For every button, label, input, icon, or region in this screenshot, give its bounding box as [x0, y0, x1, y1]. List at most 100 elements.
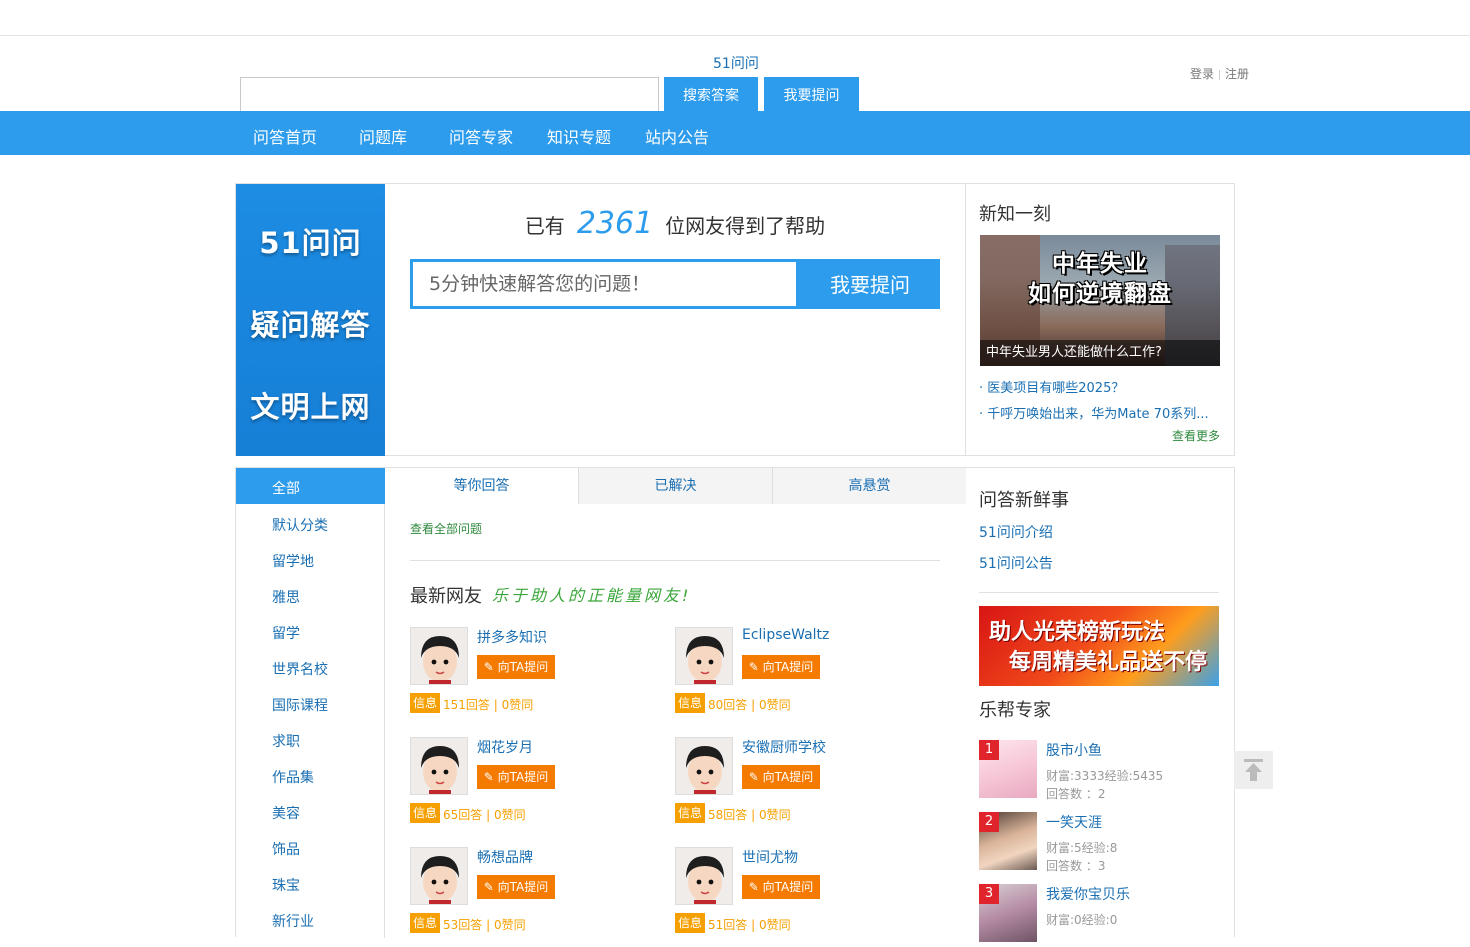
category-item[interactable]: 新行业 [272, 911, 314, 931]
friend-stats: 58回答 | 0赞同 [708, 808, 791, 822]
nav-item-library[interactable]: 问题库 [359, 124, 407, 148]
category-item-all[interactable]: 全部 [236, 468, 398, 504]
avatar[interactable] [675, 847, 733, 905]
avatar[interactable] [675, 737, 733, 795]
expert-wealth: 财富:3333经验:5435 [1046, 769, 1164, 783]
promo-line-1: 助人光荣榜新玩法 [989, 620, 1166, 645]
category-item[interactable]: 珠宝 [272, 875, 300, 895]
login-link[interactable]: 登录 [1190, 67, 1214, 81]
category-item[interactable]: 饰品 [272, 839, 300, 859]
expert-wealth: 财富:0经验:0 [1046, 913, 1118, 927]
expert-name[interactable]: 一笑天涯 [1046, 812, 1102, 832]
category-item[interactable]: 美容 [272, 803, 300, 823]
friend-name[interactable]: 世间尤物 [742, 847, 798, 867]
news-link-1[interactable]: · 医美项目有哪些2025？ [979, 377, 1221, 396]
ask-ta-button[interactable]: ✎ 向TA提问 [477, 655, 555, 679]
friend-name[interactable]: EclipseWaltz [742, 627, 829, 643]
back-to-top-button[interactable] [1234, 751, 1273, 789]
category-item[interactable]: 国际课程 [272, 695, 328, 715]
friend-card: 畅想品牌 ✎ 向TA提问 信息 53回答 | 0赞同 [410, 847, 650, 947]
helped-prefix: 已有 [524, 214, 565, 238]
tab-waiting[interactable]: 等你回答 [385, 468, 578, 505]
avatar[interactable] [410, 847, 468, 905]
arrow-up-icon [1244, 759, 1263, 781]
ask-ta-button[interactable]: ✎ 向TA提问 [742, 655, 820, 679]
friend-name[interactable]: 安徽厨师学校 [742, 737, 826, 757]
category-item[interactable]: 雅思 [272, 587, 300, 607]
category-item[interactable]: 默认分类 [272, 515, 328, 535]
nav-item-home[interactable]: 问答首页 [253, 124, 317, 148]
news-panel: 新知一刻 中年失业 如何逆境翻盘 中年失业男人还能做什么工作? · 医美项目有哪些… [966, 184, 1235, 456]
ask-ta-button[interactable]: ✎ 向TA提问 [742, 765, 820, 789]
category-item[interactable]: 作品集 [272, 767, 314, 787]
fresh-link-announcement[interactable]: 51问问公告 [979, 553, 1053, 573]
hero-ask-button[interactable]: 我要提问 [802, 261, 938, 307]
rank-badge: 2 [979, 812, 999, 832]
info-badge: 信息 [410, 913, 441, 933]
expert-name[interactable]: 股市小鱼 [1046, 740, 1102, 760]
question-tabs: 等你回答 已解决 高悬赏 [385, 468, 966, 505]
ask-ta-button[interactable]: ✎ 向TA提问 [477, 875, 555, 899]
ask-ta-button[interactable]: ✎ 向TA提问 [477, 765, 555, 789]
promo-banner[interactable]: 助人光荣榜新玩法 每周精美礼品送不停 [979, 606, 1219, 686]
friend-card: EclipseWaltz ✎ 向TA提问信息 80回答 | 0赞同 [675, 627, 915, 727]
pencil-icon: ✎ [748, 770, 763, 784]
info-badge: 信息 [675, 913, 706, 933]
site-name-link[interactable]: 51问问 [713, 53, 759, 73]
news-more-link[interactable]: 查看更多 [1172, 427, 1220, 444]
helped-suffix: 位网友得到了帮助 [665, 214, 826, 238]
expert-answers: 回答数 ：2 [1046, 787, 1106, 801]
friend-name[interactable]: 拼多多知识 [477, 627, 547, 647]
experts-title: 乐帮专家 [979, 700, 1051, 721]
news-image-caption[interactable]: 中年失业男人还能做什么工作? [980, 340, 1220, 366]
news-image-headline: 中年失业如何逆境翻盘 [980, 249, 1220, 309]
search-answer-button[interactable]: 搜索答案 [664, 77, 758, 111]
news-image[interactable]: 中年失业如何逆境翻盘 中年失业男人还能做什么工作? [980, 235, 1220, 366]
friend-stats: 151回答 | 0赞同 [443, 698, 534, 712]
header-ask-button[interactable]: 我要提问 [764, 77, 859, 111]
pencil-icon: ✎ [483, 880, 498, 894]
info-badge: 信息 [675, 693, 706, 713]
banner-line-2: 疑问解答 [250, 308, 371, 342]
news-image-headline-line2: 如何逆境翻盘 [1028, 281, 1172, 307]
fresh-link-intro[interactable]: 51问问介绍 [979, 522, 1053, 542]
expert-answers: 回答数 ：3 [1046, 859, 1106, 873]
expert-name[interactable]: 我爱你宝贝乐 [1046, 884, 1130, 904]
nav-item-topics[interactable]: 知识专题 [547, 124, 611, 148]
tab-bounty[interactable]: 高悬赏 [772, 468, 966, 504]
ask-ta-label: 向TA提问 [497, 660, 549, 674]
category-sidebar: 全部 默认分类 留学地 雅思 留学 世界名校 国际课程 求职 作品集 美容 饰品… [236, 468, 398, 938]
ask-ta-label: 向TA提问 [497, 880, 549, 894]
ask-ta-button[interactable]: ✎ 向TA提问 [742, 875, 820, 899]
avatar[interactable] [675, 627, 733, 685]
news-image-headline-line1: 中年失业 [1052, 251, 1148, 277]
auth-divider [1219, 69, 1221, 80]
avatar[interactable] [410, 737, 468, 795]
question-input[interactable]: 5分钟快速解答您的问题！ [413, 262, 796, 306]
helped-count: 2361 [576, 206, 654, 241]
category-item[interactable]: 世界名校 [272, 659, 328, 679]
hero-ask-panel: 已有 2361 位网友得到了帮助 5分钟快速解答您的问题！ 我要提问 [385, 184, 966, 456]
ask-ta-label: 向TA提问 [762, 770, 814, 784]
category-item[interactable]: 求职 [272, 731, 300, 751]
friend-name[interactable]: 畅想品牌 [477, 847, 533, 867]
main-nav: 问答首页 问题库 问答专家 知识专题 站内公告 [0, 111, 1470, 155]
expert-item: 1 股市小鱼 财富:3333经验:5435 回答数 ：2 [979, 740, 1219, 801]
friend-name[interactable]: 烟花岁月 [477, 737, 533, 757]
nav-item-experts[interactable]: 问答专家 [449, 124, 513, 148]
category-item-all-label: 全部 [272, 481, 300, 497]
friend-stats: 80回答 | 0赞同 [708, 698, 791, 712]
tab-solved[interactable]: 已解决 [578, 468, 772, 504]
friend-stats: 65回答 | 0赞同 [443, 808, 526, 822]
view-all-questions-link[interactable]: 查看全部问题 [410, 520, 482, 537]
category-item[interactable]: 留学 [272, 623, 300, 643]
nav-item-announcements[interactable]: 站内公告 [645, 124, 709, 148]
search-input[interactable] [240, 77, 659, 113]
category-item[interactable]: 留学地 [272, 551, 314, 571]
news-link-2[interactable]: · 千呼万唤始出来，华为Mate 70系列... [979, 403, 1221, 422]
register-link[interactable]: 注册 [1225, 67, 1249, 81]
avatar[interactable] [410, 627, 468, 685]
right-sidebar: 问答新鲜事 51问问介绍 51问问公告 助人光荣榜新玩法 每周精美礼品送不停 乐… [966, 468, 1235, 942]
promo-line-2: 每周精美礼品送不停 [1009, 650, 1208, 675]
friend-card: 世间尤物 ✎ 向TA提问 信息 51回答 | 0赞同 [675, 847, 915, 947]
